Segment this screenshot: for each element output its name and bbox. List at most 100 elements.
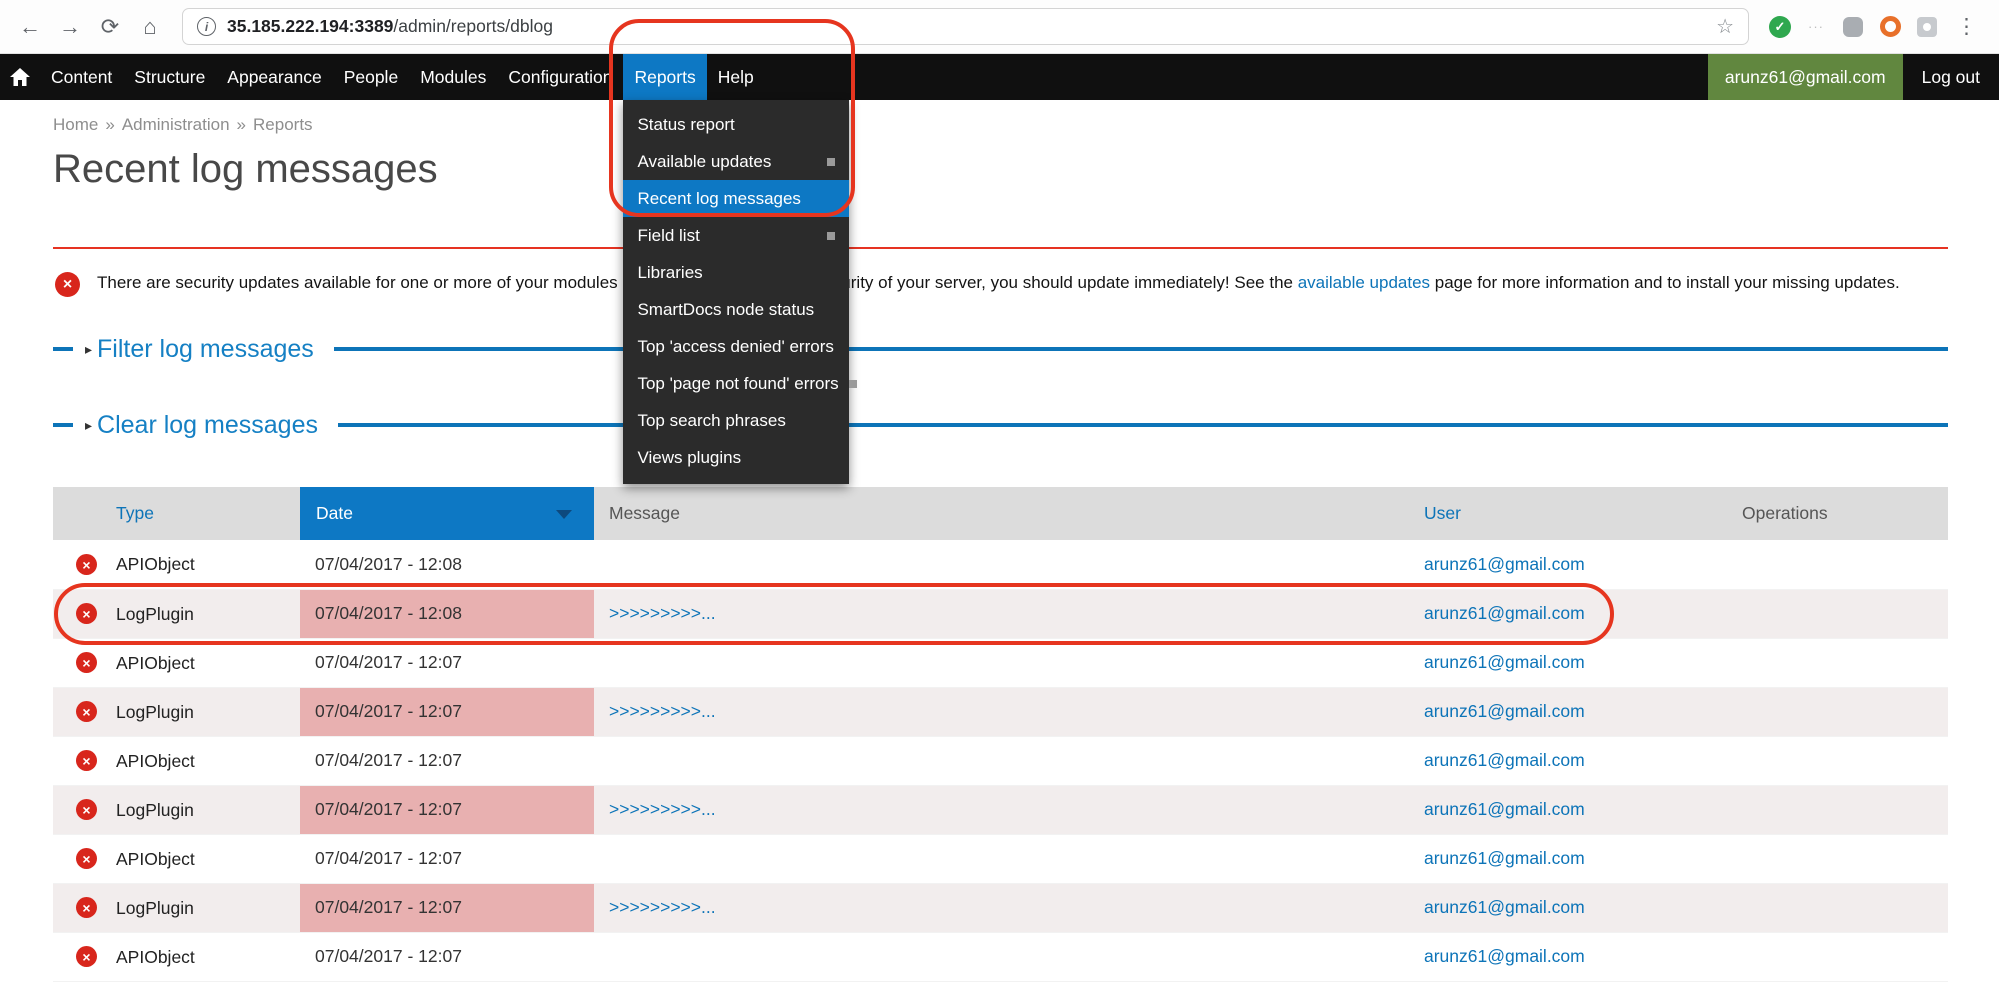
dropdown-menu-item[interactable]: Views plugins bbox=[623, 439, 849, 476]
log-message-cell bbox=[594, 736, 1403, 785]
dropdown-menu-item[interactable]: Status report bbox=[623, 106, 849, 143]
log-user-link[interactable]: arunz61@gmail.com bbox=[1424, 897, 1585, 917]
logout-button[interactable]: Log out bbox=[1903, 54, 1999, 100]
clear-log-messages-toggle[interactable]: Clear log messages bbox=[97, 411, 318, 440]
header-date-sorted[interactable]: Date bbox=[300, 487, 594, 540]
gray-extension-icon[interactable] bbox=[1841, 15, 1865, 39]
log-message-link[interactable]: >>>>>>>>>... bbox=[609, 603, 716, 623]
error-severity-icon: × bbox=[76, 554, 97, 575]
breadcrumb-administration[interactable]: Administration bbox=[122, 115, 230, 134]
dropdown-menu-item[interactable]: Recent log messages bbox=[623, 180, 849, 217]
log-type-label: LogPlugin bbox=[116, 603, 194, 623]
table-row: ×LogPlugin 07/04/2017 - 12:07 >>>>>>>>>.… bbox=[53, 687, 1948, 736]
dropdown-menu-item[interactable]: Libraries bbox=[623, 254, 849, 291]
log-message-cell bbox=[594, 834, 1403, 883]
log-type-label: APIObject bbox=[116, 652, 195, 672]
log-user-link[interactable]: arunz61@gmail.com bbox=[1424, 799, 1585, 819]
admin-home-icon[interactable] bbox=[0, 54, 40, 100]
reload-icon[interactable]: ⟳ bbox=[92, 9, 128, 45]
admin-toolbar: Content Structure Appearance People Modu… bbox=[0, 54, 1999, 100]
dropdown-item-label: Top search phrases bbox=[637, 409, 835, 432]
log-type-label: APIObject bbox=[116, 554, 195, 574]
toolbar-right: arunz61@gmail.com Log out bbox=[1708, 54, 1999, 100]
address-bar[interactable]: i 35.185.222.194:3389/admin/reports/dblo… bbox=[182, 8, 1749, 45]
url-path: /admin/reports/dblog bbox=[393, 16, 553, 36]
log-operations-cell bbox=[1728, 785, 1948, 834]
dropdown-item-label: Field list bbox=[637, 224, 817, 247]
log-date-cell: 07/04/2017 - 12:07 bbox=[300, 883, 594, 932]
dropdown-menu-item[interactable]: Available updates bbox=[623, 143, 849, 180]
error-severity-icon: × bbox=[76, 750, 97, 771]
page-info-icon[interactable]: i bbox=[197, 17, 216, 36]
error-severity-icon: × bbox=[76, 652, 97, 673]
toolbar-item-appearance[interactable]: Appearance bbox=[216, 54, 332, 100]
log-message-link[interactable]: >>>>>>>>>... bbox=[609, 897, 716, 917]
log-message-cell: >>>>>>>>>... bbox=[594, 589, 1403, 638]
breadcrumb-reports[interactable]: Reports bbox=[253, 115, 313, 134]
dropdown-item-label: Available updates bbox=[637, 150, 817, 173]
toolbar-item-structure[interactable]: Structure bbox=[123, 54, 216, 100]
log-type-cell: ×LogPlugin bbox=[53, 687, 300, 736]
log-type-cell: × APIObject bbox=[53, 736, 300, 785]
dropdown-menu-item[interactable]: Top 'access denied' errors bbox=[623, 328, 849, 365]
log-type-label: APIObject bbox=[116, 750, 195, 770]
log-type-label: APIObject bbox=[116, 848, 195, 868]
capture-extension-icon[interactable] bbox=[1915, 15, 1939, 39]
toolbar-item-modules[interactable]: Modules bbox=[409, 54, 497, 100]
browser-toolbar: ← → ⟳ ⌂ i 35.185.222.194:3389/admin/repo… bbox=[0, 0, 1999, 54]
back-icon[interactable]: ← bbox=[12, 9, 48, 45]
dots-extension-icon[interactable]: ··· bbox=[1804, 15, 1828, 39]
toolbar-item-reports[interactable]: Reports Status report Available updates … bbox=[623, 54, 706, 100]
log-operations-cell bbox=[1728, 736, 1948, 785]
toolbar-item-configuration[interactable]: Configuration bbox=[497, 54, 623, 100]
sort-type-link[interactable]: Type bbox=[116, 503, 154, 523]
log-message-cell: >>>>>>>>>... bbox=[594, 883, 1403, 932]
dropdown-menu-item[interactable]: Top 'page not found' errors bbox=[623, 365, 849, 402]
forward-icon[interactable]: → bbox=[52, 9, 88, 45]
dropdown-menu-item[interactable]: Field list bbox=[623, 217, 849, 254]
home-icon[interactable]: ⌂ bbox=[132, 9, 168, 45]
toolbar-item-content[interactable]: Content bbox=[40, 54, 123, 100]
toolbar-item-label: Configuration bbox=[508, 67, 612, 88]
log-date-cell: 07/04/2017 - 12:07 bbox=[300, 932, 594, 981]
toolbar-item-people[interactable]: People bbox=[333, 54, 410, 100]
check-badge-extension-icon[interactable]: ✓ bbox=[1769, 16, 1791, 38]
error-severity-icon: × bbox=[76, 946, 97, 967]
breadcrumb-home[interactable]: Home bbox=[53, 115, 98, 134]
log-user-link[interactable]: arunz61@gmail.com bbox=[1424, 603, 1585, 623]
log-user-link[interactable]: arunz61@gmail.com bbox=[1424, 946, 1585, 966]
account-button[interactable]: arunz61@gmail.com bbox=[1708, 54, 1903, 100]
dropdown-item-label: Top 'access denied' errors bbox=[637, 335, 835, 358]
available-updates-link[interactable]: available updates bbox=[1298, 273, 1430, 292]
dropdown-menu-item[interactable]: Top search phrases bbox=[623, 402, 849, 439]
log-user-link[interactable]: arunz61@gmail.com bbox=[1424, 750, 1585, 770]
log-operations-cell bbox=[1728, 638, 1948, 687]
log-type-cell: × APIObject bbox=[53, 540, 300, 589]
dropdown-item-label: Recent log messages bbox=[637, 187, 835, 210]
page-content: Home»Administration»Reports Recent log m… bbox=[0, 100, 1999, 982]
breadcrumb: Home»Administration»Reports bbox=[53, 100, 1948, 135]
log-message-link[interactable]: >>>>>>>>>... bbox=[609, 701, 716, 721]
log-message-link[interactable]: >>>>>>>>>... bbox=[609, 799, 716, 819]
url-text: 35.185.222.194:3389/admin/reports/dblog bbox=[227, 16, 553, 37]
message-after: page for more information and to install… bbox=[1430, 273, 1900, 292]
reports-dropdown-menu: Status report Available updates Recent l… bbox=[623, 100, 849, 484]
log-user-link[interactable]: arunz61@gmail.com bbox=[1424, 554, 1585, 574]
dropdown-item-label: Top 'page not found' errors bbox=[637, 372, 838, 395]
message-text: There are security updates available for… bbox=[97, 269, 1900, 296]
table-row: ×APIObject 07/04/2017 - 12:07 arunz61@gm… bbox=[53, 932, 1948, 981]
sort-user-link[interactable]: User bbox=[1424, 503, 1461, 523]
toolbar-item-help[interactable]: Help bbox=[707, 54, 765, 100]
toolbar-item-label: Help bbox=[718, 67, 754, 88]
bookmark-star-icon[interactable]: ☆ bbox=[1716, 14, 1734, 39]
log-user-link[interactable]: arunz61@gmail.com bbox=[1424, 848, 1585, 868]
log-user-cell: arunz61@gmail.com bbox=[1403, 687, 1728, 736]
log-user-link[interactable]: arunz61@gmail.com bbox=[1424, 652, 1585, 672]
orange-ring-extension-icon[interactable] bbox=[1878, 15, 1902, 39]
browser-menu-icon[interactable]: ⋮ bbox=[1952, 14, 1981, 39]
filter-log-messages-toggle[interactable]: Filter log messages bbox=[97, 335, 314, 364]
log-user-link[interactable]: arunz61@gmail.com bbox=[1424, 701, 1585, 721]
dropdown-menu-item[interactable]: SmartDocs node status bbox=[623, 291, 849, 328]
log-date-cell: 07/04/2017 - 12:08 bbox=[300, 589, 594, 638]
url-host: 35.185.222.194:3389 bbox=[227, 16, 393, 36]
